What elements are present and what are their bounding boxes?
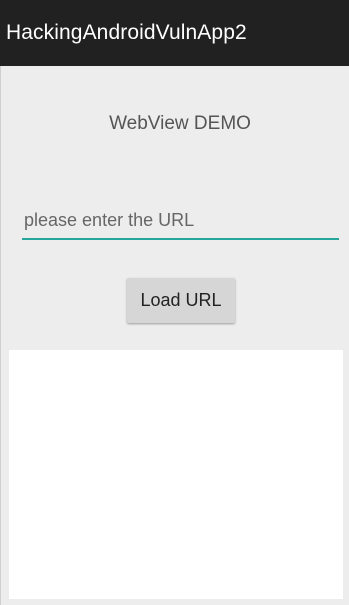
webview-area[interactable] (9, 350, 343, 599)
url-input[interactable] (22, 206, 339, 240)
main-content: WebView DEMO Load URL (0, 66, 349, 605)
screen-edge-divider (0, 66, 1, 605)
load-url-button[interactable]: Load URL (127, 278, 235, 323)
action-bar: HackingAndroidVulnApp2 (0, 0, 349, 66)
page-heading: WebView DEMO (109, 113, 251, 134)
app-title: HackingAndroidVulnApp2 (6, 21, 247, 44)
